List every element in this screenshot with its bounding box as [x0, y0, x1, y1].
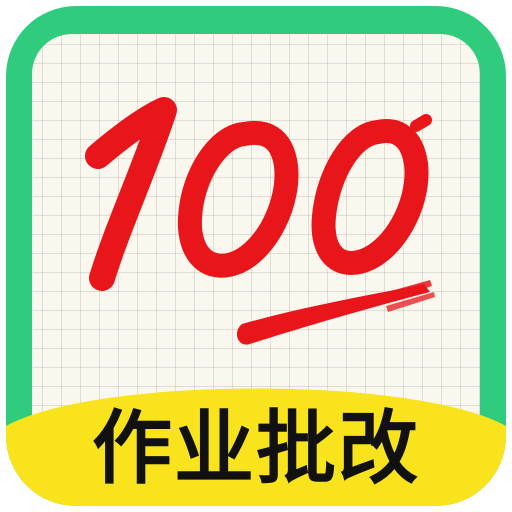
banner-title: 作业批改: [92, 402, 420, 495]
app-icon[interactable]: 作业批改: [0, 0, 512, 512]
icon-frame: 作业批改: [6, 6, 506, 506]
